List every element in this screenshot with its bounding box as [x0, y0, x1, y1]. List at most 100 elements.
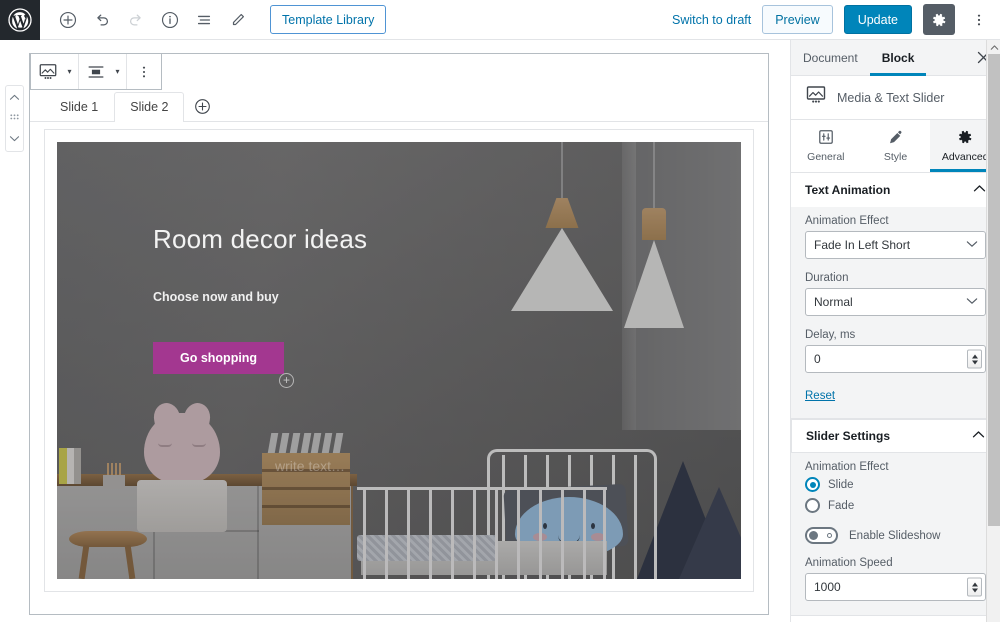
- media-placeholder-text: write text…: [275, 458, 346, 474]
- block-options-group: [127, 54, 161, 89]
- slide-tabs: Slide 1 Slide 2: [30, 90, 768, 122]
- move-up-chevron-up-icon[interactable]: [9, 89, 20, 107]
- undo-button[interactable]: [86, 4, 118, 36]
- label-duration: Duration: [805, 272, 849, 284]
- wordpress-block-editor: Template Library Switch to draft Preview…: [0, 0, 1000, 622]
- go-shopping-button[interactable]: Go shopping: [153, 342, 285, 374]
- chevron-up-icon[interactable]: [972, 427, 985, 445]
- select-animation-effect[interactable]: Fade In Left Short: [805, 231, 986, 259]
- chevron-down-icon: [966, 240, 978, 251]
- redo-button[interactable]: [120, 4, 152, 36]
- field-duration: Duration Normal: [805, 272, 986, 316]
- radio-option-slide[interactable]: Slide: [805, 477, 986, 492]
- preview-button[interactable]: Preview: [762, 5, 833, 34]
- selected-block-info: Media & Text Slider: [791, 76, 1000, 120]
- drag-handle-icon[interactable]: [9, 113, 20, 124]
- panel-slider-settings: Slider Settings Animation Effect Slide F…: [791, 419, 1000, 616]
- slide-text-content: Room decor ideas Choose now and buy Go s…: [153, 224, 367, 374]
- radio-slide-icon[interactable]: [805, 477, 820, 492]
- panel-slider-settings-header[interactable]: Slider Settings: [791, 419, 1000, 453]
- top-bar-actions: Switch to draft Preview Update: [672, 4, 1000, 35]
- label-delay: Delay, ms: [805, 329, 856, 341]
- input-delay-value: 0: [814, 352, 821, 366]
- block-navigation-button[interactable]: [188, 4, 220, 36]
- switch-to-draft-button[interactable]: Switch to draft: [672, 13, 751, 27]
- block-settings-subtabs: General Style Advanced: [791, 120, 1000, 173]
- input-animation-speed-value: 1000: [814, 580, 841, 594]
- panel-text-animation-title: Text Animation: [805, 183, 891, 197]
- radio-fade-label: Fade: [828, 499, 855, 512]
- add-block-button[interactable]: [52, 4, 84, 36]
- editor-canvas: ▾ ▾ Slide 1 Slide 2 write text… Room dec…: [0, 40, 790, 622]
- label-animation-effect: Animation Effect: [805, 215, 889, 227]
- alignment-chevron-down-icon[interactable]: ▾: [113, 54, 126, 89]
- chevron-up-icon[interactable]: [973, 181, 986, 199]
- editor-top-bar: Template Library Switch to draft Preview…: [0, 0, 1000, 40]
- settings-gear-icon[interactable]: [923, 4, 955, 35]
- inline-appender-plus-circle-icon[interactable]: +: [279, 373, 294, 388]
- chevron-down-icon: [966, 297, 978, 308]
- scroll-up-chevron-up-icon[interactable]: [987, 40, 1000, 54]
- content-info-button[interactable]: [154, 4, 186, 36]
- editor-tools-group: Template Library: [40, 4, 387, 36]
- subtab-general[interactable]: General: [791, 120, 861, 172]
- panel-text-animation-header[interactable]: Text Animation: [791, 173, 1000, 207]
- field-reset: Reset: [805, 386, 986, 404]
- slide-background-image[interactable]: write text… Room decor ideas Choose now …: [57, 142, 741, 579]
- block-type-group: ▾: [31, 54, 79, 89]
- block-name-label: Media & Text Slider: [837, 90, 945, 105]
- field-animation-speed: Animation Speed 1000: [805, 557, 986, 601]
- tab-document[interactable]: Document: [791, 40, 870, 76]
- slide-heading[interactable]: Room decor ideas: [153, 224, 367, 255]
- block-settings-sidebar: Document Block Media & Text Slider Gener…: [790, 40, 1000, 622]
- slide-subheading[interactable]: Choose now and buy: [153, 290, 367, 304]
- field-enable-slideshow[interactable]: Enable Slideshow: [805, 527, 986, 544]
- more-menu-kebab-icon[interactable]: [966, 4, 992, 35]
- delay-spinner-stepper[interactable]: [967, 349, 982, 369]
- slide-2-panel: write text… Room decor ideas Choose now …: [44, 129, 754, 592]
- page-scrollbar[interactable]: [986, 40, 1000, 622]
- label-animation-speed: Animation Speed: [805, 557, 893, 569]
- radio-fade-icon[interactable]: [805, 498, 820, 513]
- add-slide-plus-circle-icon[interactable]: [188, 91, 216, 121]
- slide-tab-2[interactable]: Slide 2: [114, 92, 185, 122]
- brush-icon: [888, 129, 904, 148]
- align-center-icon[interactable]: [79, 54, 113, 89]
- sidebar-tab-bar: Document Block: [791, 40, 1000, 76]
- move-down-chevron-down-icon[interactable]: [9, 130, 20, 148]
- media-text-slider-block: Slide 1 Slide 2 write text… Room decor i…: [30, 90, 768, 614]
- tab-block[interactable]: Block: [870, 40, 927, 76]
- panel-slider-settings-title: Slider Settings: [806, 429, 891, 443]
- media-text-slider-icon: [805, 84, 827, 111]
- subtab-style[interactable]: Style: [861, 120, 931, 172]
- select-duration[interactable]: Normal: [805, 288, 986, 316]
- field-delay: Delay, ms 0: [805, 329, 986, 373]
- wordpress-logo-icon[interactable]: [0, 0, 40, 40]
- panel-slider-settings-body: Animation Effect Slide Fade Enable Slide…: [791, 453, 1000, 615]
- input-delay[interactable]: 0: [805, 345, 986, 373]
- template-library-button[interactable]: Template Library: [270, 5, 387, 34]
- block-options-kebab-icon[interactable]: [127, 54, 161, 89]
- block-type-chevron-down-icon[interactable]: ▾: [65, 54, 78, 89]
- slide-tab-1[interactable]: Slide 1: [44, 91, 114, 121]
- block-mover-controls: [5, 85, 24, 152]
- media-text-slider-icon[interactable]: [31, 54, 65, 89]
- selected-block-wrapper[interactable]: ▾ ▾ Slide 1 Slide 2 write text… Room dec…: [29, 53, 769, 615]
- radio-slide-label: Slide: [828, 478, 854, 491]
- animation-speed-spinner-stepper[interactable]: [967, 577, 982, 597]
- select-duration-value: Normal: [814, 295, 853, 309]
- alignment-group: ▾: [79, 54, 127, 89]
- field-slider-animation-effect: Animation Effect Slide Fade: [805, 461, 986, 513]
- scrollbar-thumb[interactable]: [988, 54, 1000, 526]
- edit-mode-button[interactable]: [222, 4, 254, 36]
- sliders-icon: [818, 129, 834, 148]
- radio-option-fade[interactable]: Fade: [805, 498, 986, 513]
- select-animation-effect-value: Fade In Left Short: [814, 238, 911, 252]
- update-button[interactable]: Update: [843, 5, 912, 34]
- toggle-enable-slideshow[interactable]: [805, 527, 838, 544]
- input-animation-speed[interactable]: 1000: [805, 573, 986, 601]
- label-slider-animation-effect: Animation Effect: [805, 461, 889, 473]
- subtab-style-label: Style: [883, 151, 908, 163]
- reset-animation-link[interactable]: Reset: [805, 390, 835, 402]
- gear-icon: [957, 129, 973, 148]
